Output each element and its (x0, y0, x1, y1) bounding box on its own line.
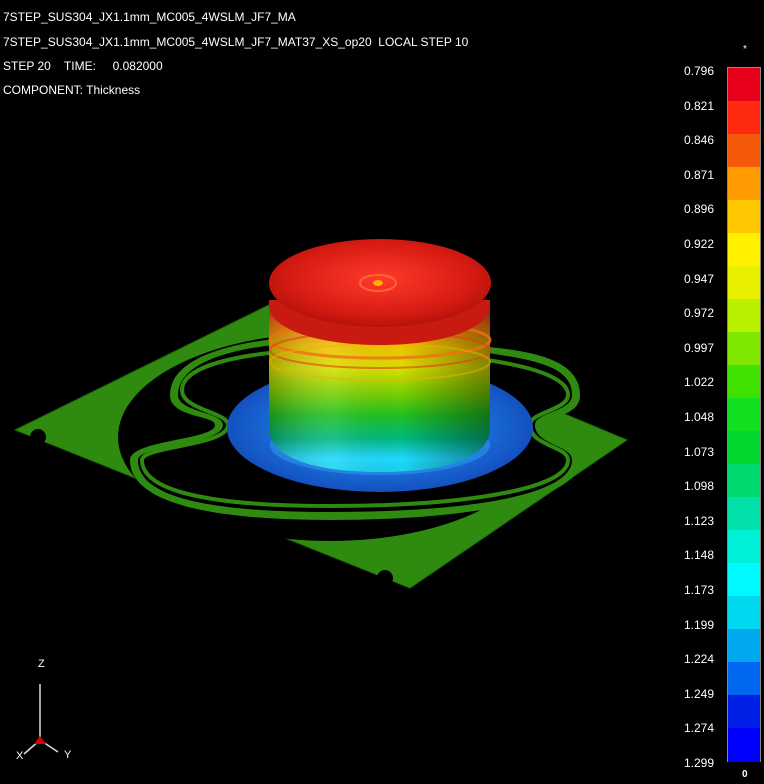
legend-swatch (728, 497, 760, 531)
legend-swatch (728, 299, 760, 333)
legend-value-label: 1.022 (683, 375, 714, 390)
y-axis-label: Y (64, 749, 72, 761)
legend-value-label: 1.224 (683, 652, 714, 667)
legend-swatch (728, 200, 760, 234)
legend-value-label: 1.299 (683, 756, 714, 770)
legend-swatch (728, 431, 760, 465)
legend-value-label: 1.123 (683, 513, 714, 528)
legend-value-label: 0.972 (683, 306, 714, 321)
legend-swatch (728, 134, 760, 168)
legend-swatch (728, 233, 760, 267)
corner-notch-left (30, 429, 46, 445)
legend-swatch (728, 695, 760, 729)
legend-swatch (728, 101, 760, 135)
legend-value-label: 1.274 (683, 721, 714, 736)
legend-value-label: 1.199 (683, 617, 714, 632)
legend-swatch (728, 662, 760, 696)
z-axis-label: Z (38, 658, 45, 670)
legend-value-label: 1.073 (683, 444, 714, 459)
legend-swatch (728, 266, 760, 300)
legend-value-label: 0.896 (683, 202, 714, 217)
legend-top-mark: * (743, 44, 747, 55)
legend-value-label: 0.947 (683, 271, 714, 286)
triad-origin-icon (34, 736, 46, 744)
legend-swatch (728, 530, 760, 564)
x-axis-label: X (16, 750, 24, 762)
color-legend-bar (727, 67, 761, 762)
legend-value-label: 0.821 (683, 98, 714, 113)
legend-value-label: 1.249 (683, 686, 714, 701)
legend-swatch (728, 728, 760, 762)
legend-value-label: 0.796 (683, 64, 714, 78)
legend-value-label: 0.922 (683, 237, 714, 251)
legend-value-label: 1.173 (683, 583, 714, 597)
legend-value-label: 0.871 (683, 167, 714, 182)
legend-swatch (728, 596, 760, 630)
legend-bottom-mark: 0 (742, 769, 748, 780)
legend-swatch (728, 68, 760, 102)
corner-notch-bottom (377, 570, 393, 586)
legend-swatch (728, 563, 760, 597)
legend-swatch (728, 365, 760, 399)
legend-swatch (728, 464, 760, 498)
legend-swatch (728, 398, 760, 432)
legend-value-label: 1.098 (683, 479, 714, 494)
legend-value-label: 0.846 (683, 133, 714, 148)
model-viewport[interactable] (0, 0, 764, 784)
legend-value-label: 1.048 (683, 410, 714, 424)
legend-swatch (728, 332, 760, 366)
axis-triad (23, 684, 59, 755)
legend-value-label: 0.997 (683, 340, 714, 355)
legend-swatch (728, 629, 760, 663)
legend-value-label: 1.148 (683, 548, 714, 563)
legend-swatch (728, 167, 760, 201)
top-center-dot (373, 280, 383, 286)
